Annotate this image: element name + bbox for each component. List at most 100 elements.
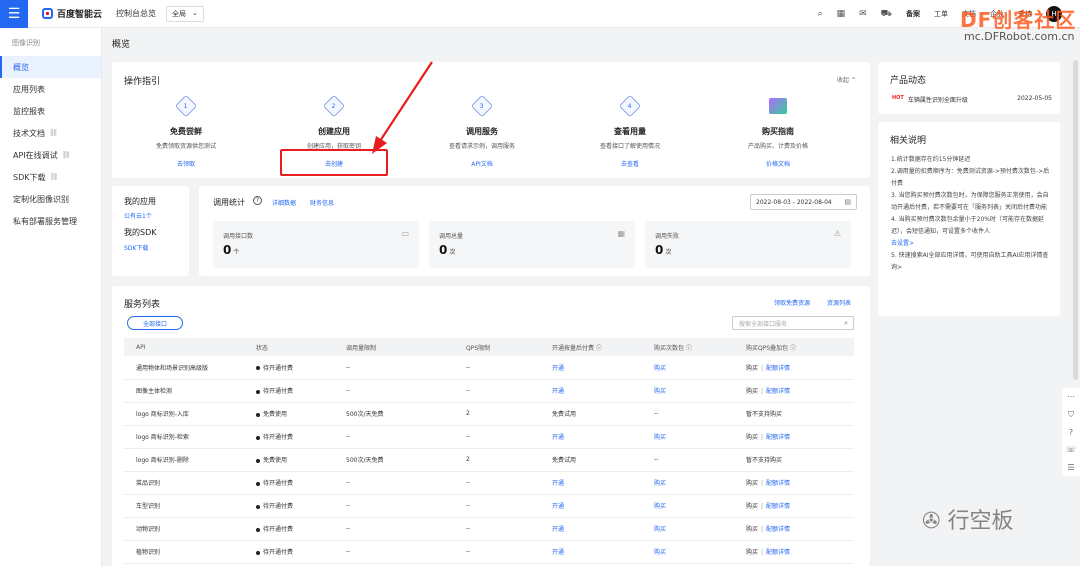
- postpay-text: 免费试用: [552, 457, 577, 464]
- qpspack-text[interactable]: 购买: [746, 480, 758, 487]
- qpspack-cell: 购买 | 配额详情: [734, 471, 854, 495]
- sdk-download-link[interactable]: SDK下载: [124, 243, 148, 252]
- buy-pack-link[interactable]: 购买: [654, 526, 666, 533]
- limit-cell: --: [334, 471, 454, 495]
- api-name: logo 商标识别-删除: [124, 448, 244, 472]
- status-dot-icon: [256, 366, 260, 371]
- buy-pack-link[interactable]: 购买: [654, 365, 666, 372]
- claim-free-resources-link[interactable]: 领取免费资源: [774, 298, 810, 307]
- region-select[interactable]: 全局 ⌄: [166, 5, 204, 22]
- quota-detail-link[interactable]: 配额详情: [766, 434, 790, 441]
- public-cloud-app-link[interactable]: 公有云1个: [124, 211, 152, 220]
- cart-icon[interactable]: ⛟: [881, 9, 892, 20]
- buy-pack-link[interactable]: 购买: [654, 480, 666, 487]
- qps-cell: --: [454, 379, 540, 403]
- news-date: 2022-05-05: [1017, 95, 1052, 102]
- grid-icon: ▦: [617, 229, 625, 238]
- quota-detail-link[interactable]: 配额详情: [766, 365, 790, 372]
- status-dot-icon: [256, 458, 260, 463]
- sidebar-item-api-debug[interactable]: API在线调试 ⛓: [0, 144, 101, 166]
- quota-detail-link[interactable]: 配额详情: [766, 549, 790, 556]
- qps-cell: --: [454, 517, 540, 541]
- enable-postpay-link[interactable]: 开通: [552, 526, 564, 533]
- qpspack-text[interactable]: 购买: [746, 503, 758, 510]
- scrollbar[interactable]: [1073, 60, 1078, 380]
- phone-icon[interactable]: ☏: [1066, 445, 1076, 454]
- date-range-picker[interactable]: 2022-08-03 - 2022-08-04 ▤: [750, 194, 857, 210]
- qps-cell: --: [454, 425, 540, 449]
- news-item[interactable]: HOT 车辆属性识别全面升级 2022-05-05: [892, 95, 1052, 104]
- claim-free-link[interactable]: 去领取: [177, 159, 195, 168]
- api-docs-link[interactable]: API文档: [471, 159, 493, 168]
- table-row: 车型识别 待开通付费 -- -- 开通 购买 购买 | 配额详情: [124, 494, 854, 518]
- buy-pack-link[interactable]: 购买: [654, 503, 666, 510]
- message-icon[interactable]: ✉: [859, 9, 867, 19]
- status-cell: 待开通付费: [244, 540, 334, 564]
- stat-number: 0: [655, 243, 664, 257]
- enable-postpay-link[interactable]: 开通: [552, 365, 564, 372]
- sidebar-item-custom-recognition[interactable]: 定制化图像识别: [0, 188, 101, 210]
- detail-data-link[interactable]: 详细数据: [272, 198, 296, 207]
- sidebar-item-tech-docs[interactable]: 技术文档 ⛓: [0, 122, 101, 144]
- all-interfaces-filter[interactable]: 全部接口: [127, 316, 183, 330]
- step-title: 免费尝鲜: [170, 127, 202, 136]
- qps-cell: 2: [454, 448, 540, 472]
- buy-pack-link[interactable]: 购买: [654, 549, 666, 556]
- collapse-button[interactable]: 收起 ^: [837, 75, 856, 84]
- enable-postpay-link[interactable]: 开通: [552, 434, 564, 441]
- sidebar-item-app-list[interactable]: 应用列表: [0, 78, 101, 100]
- grid-icon[interactable]: ▦: [837, 9, 846, 19]
- stat-label: 调用总量: [439, 233, 464, 240]
- more-icon[interactable]: ⋯: [1067, 392, 1075, 401]
- console-overview-link[interactable]: 控制台总览: [116, 8, 156, 19]
- qpspack-text[interactable]: 购买: [746, 388, 758, 395]
- search-icon[interactable]: ⌕: [818, 9, 823, 19]
- status-text: 待开通付费: [263, 388, 294, 395]
- go-settings-link[interactable]: 去设置>: [891, 240, 914, 247]
- sidebar: 图像识别 概览 应用列表 监控报表 技术文档 ⛓ API在线调试 ⛓ SDK下载 ⛓ …: [0, 28, 102, 566]
- buy-pack-link[interactable]: 购买: [654, 434, 666, 441]
- resource-list-link[interactable]: 资源列表: [827, 298, 851, 307]
- enable-postpay-link[interactable]: 开通: [552, 388, 564, 395]
- pack-text: --: [654, 456, 659, 463]
- postpay-cell: 开通: [540, 494, 642, 518]
- list-icon[interactable]: ☰: [1067, 463, 1074, 472]
- service-search-input[interactable]: 搜索全部接口服务 ⌕: [732, 316, 854, 330]
- qpspack-text[interactable]: 购买: [746, 434, 758, 441]
- nav-link-ticket[interactable]: 工单: [934, 9, 948, 19]
- page-title: 概览: [112, 40, 131, 50]
- buy-pack-link[interactable]: 购买: [654, 388, 666, 395]
- sidebar-item-private-deploy[interactable]: 私有部署服务管理: [0, 210, 101, 232]
- sidebar-item-overview[interactable]: 概览: [0, 56, 101, 78]
- sidebar-item-label: SDK下载: [13, 172, 46, 182]
- note-line[interactable]: 5. 快速搜索AI全部应用详情，可使用自助工具AI应用详情查询>: [891, 250, 1051, 274]
- quota-detail-link[interactable]: 配额详情: [766, 480, 790, 487]
- search-placeholder: 搜索全部接口服务: [739, 320, 788, 328]
- search-icon: ⌕: [844, 318, 848, 327]
- enable-postpay-link[interactable]: 开通: [552, 503, 564, 510]
- limit-cell: --: [334, 356, 454, 380]
- table-row: 图像主体检测 待开通付费 -- -- 开通 购买 购买 | 配额详情: [124, 379, 854, 403]
- price-docs-link[interactable]: 价格文档: [766, 159, 790, 168]
- view-usage-link[interactable]: 去查看: [621, 159, 639, 168]
- brand-logo[interactable]: 百度智能云: [42, 7, 102, 20]
- quota-detail-link[interactable]: 配额详情: [766, 526, 790, 533]
- menu-icon[interactable]: ☰: [0, 0, 28, 28]
- quota-detail-link[interactable]: 配额详情: [766, 503, 790, 510]
- note-line: 1.统计数据存在约15分钟延迟: [891, 156, 971, 163]
- sidebar-item-sdk-download[interactable]: SDK下载 ⛓: [0, 166, 101, 188]
- limit-cell: --: [334, 425, 454, 449]
- finance-info-link[interactable]: 财务信息: [310, 198, 334, 207]
- help-icon[interactable]: ?: [1069, 428, 1073, 437]
- shield-icon[interactable]: ⛉: [1068, 410, 1074, 420]
- step-title: 购买指南: [762, 127, 794, 136]
- qpspack-text[interactable]: 购买: [746, 549, 758, 556]
- qpspack-text[interactable]: 购买: [746, 526, 758, 533]
- quota-detail-link[interactable]: 配额详情: [766, 388, 790, 395]
- enable-postpay-link[interactable]: 开通: [552, 549, 564, 556]
- sidebar-item-monitor[interactable]: 监控报表: [0, 100, 101, 122]
- qpspack-text[interactable]: 购买: [746, 365, 758, 372]
- nav-link-beian[interactable]: 备案: [906, 9, 920, 19]
- help-icon[interactable]: ?: [253, 196, 262, 205]
- enable-postpay-link[interactable]: 开通: [552, 480, 564, 487]
